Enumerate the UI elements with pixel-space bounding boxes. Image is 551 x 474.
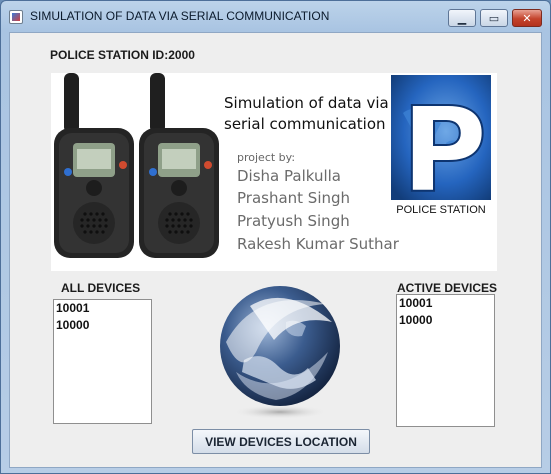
close-icon: ✕ <box>522 11 532 25</box>
list-item[interactable]: 10000 <box>397 312 494 329</box>
station-id-label: POLICE STATION ID:2000 <box>50 48 195 62</box>
logo-letter: P <box>401 81 487 219</box>
all-devices-list[interactable]: 10001 10000 <box>53 299 152 424</box>
member-name: Disha Palkulla <box>237 167 341 185</box>
maximize-icon: ▭ <box>488 11 500 25</box>
globe-icon <box>220 286 340 419</box>
project-banner: P Simulation of data via serial communic… <box>51 73 497 271</box>
list-item[interactable]: 10001 <box>397 295 494 312</box>
minimize-button[interactable]: ▁ <box>448 9 476 27</box>
title-bar[interactable]: SIMULATION OF DATA VIA SERIAL COMMUNICAT… <box>1 1 550 31</box>
close-button[interactable]: ✕ <box>512 9 542 27</box>
app-window: SIMULATION OF DATA VIA SERIAL COMMUNICAT… <box>0 0 551 474</box>
app-icon <box>9 10 23 24</box>
walkie-talkie-icon <box>139 73 219 258</box>
banner-title: Simulation of data via serial communicat… <box>224 93 399 135</box>
window-title: SIMULATION OF DATA VIA SERIAL COMMUNICAT… <box>30 9 330 23</box>
maximize-button[interactable]: ▭ <box>480 9 508 27</box>
list-item[interactable]: 10000 <box>54 317 151 334</box>
main-panel: POLICE STATION ID:2000 P Simulation of d… <box>9 32 542 468</box>
active-devices-label: ACTIVE DEVICES <box>397 281 498 295</box>
member-name: Rakesh Kumar Suthar <box>237 235 399 253</box>
member-name: Pratyush Singh <box>237 212 350 230</box>
minimize-icon: ▁ <box>457 11 467 25</box>
member-name: Prashant Singh <box>237 189 351 207</box>
list-item[interactable]: 10001 <box>54 300 151 317</box>
view-devices-location-button[interactable]: VIEW DEVICES LOCATION <box>192 429 370 454</box>
banner-title-line2: serial communication <box>224 115 386 133</box>
all-devices-label: ALL DEVICES <box>61 281 141 295</box>
police-logo-icon: P <box>391 75 491 220</box>
banner-title-line1: Simulation of data via <box>224 94 389 112</box>
logo-caption: POLICE STATION <box>396 204 486 216</box>
walkie-talkie-icon <box>54 73 134 258</box>
project-by-label: project by: <box>237 151 296 164</box>
active-devices-list[interactable]: 10001 10000 <box>396 294 495 427</box>
